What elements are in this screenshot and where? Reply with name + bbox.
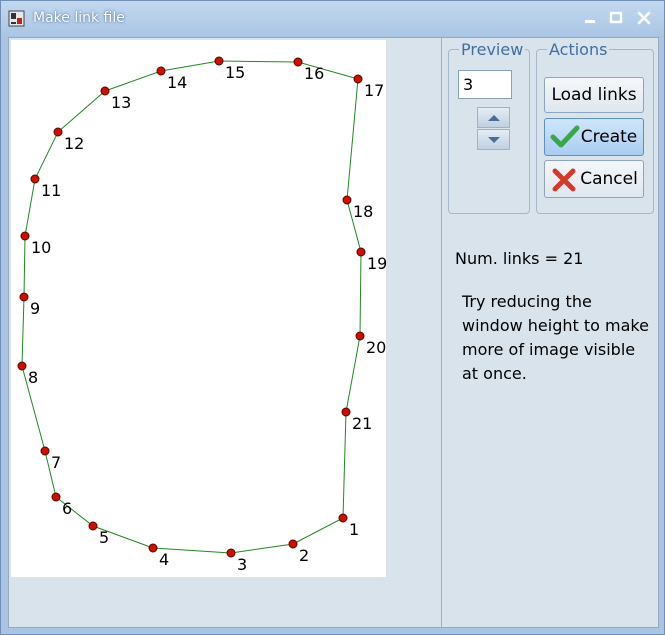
cancel-button[interactable]: Cancel: [544, 160, 644, 198]
link-point-2[interactable]: [288, 539, 298, 549]
actions-legend: Actions: [549, 40, 608, 59]
link-point-label-2: 2: [299, 546, 309, 565]
maximize-icon: [609, 11, 623, 24]
link-point-label-16: 16: [304, 64, 324, 83]
link-point-13[interactable]: [100, 86, 110, 96]
app-icon: [8, 10, 25, 27]
spin-up-button[interactable]: [477, 107, 510, 128]
link-point-17[interactable]: [353, 74, 363, 84]
create-label: Create: [580, 127, 638, 147]
link-point-10[interactable]: [20, 231, 30, 241]
link-point-14[interactable]: [156, 66, 166, 76]
link-point-label-12: 12: [64, 134, 84, 153]
link-point-label-9: 9: [30, 299, 40, 318]
x-icon: [552, 168, 576, 192]
load-links-button[interactable]: Load links: [544, 77, 644, 113]
checkmark-icon: [550, 125, 580, 148]
maximize-button[interactable]: [604, 7, 628, 29]
link-point-label-14: 14: [167, 73, 187, 92]
link-point-label-19: 19: [367, 254, 386, 273]
link-point-label-6: 6: [62, 499, 72, 518]
create-button[interactable]: Create: [544, 118, 644, 156]
link-point-9[interactable]: [19, 292, 29, 302]
link-point-5[interactable]: [88, 521, 98, 531]
link-point-1[interactable]: [338, 513, 348, 523]
minimize-icon: [585, 20, 595, 23]
link-point-18[interactable]: [342, 195, 352, 205]
link-point-11[interactable]: [30, 174, 40, 184]
link-drawing: 123456789101112131415 161718192021: [17, 56, 387, 574]
link-point-label-8: 8: [28, 368, 38, 387]
window-title: Make link file: [33, 10, 125, 26]
hint-text: Try reducing the window height to make m…: [462, 292, 649, 383]
link-point-label-4: 4: [159, 550, 169, 569]
link-point-label-13: 13: [111, 93, 131, 112]
app-window: Make link file 1 2 3 4 5 6 7 8 9 10 11 12 13 14 15 16 17…: [0, 0, 665, 635]
link-point-6[interactable]: [51, 492, 61, 502]
link-point-12[interactable]: [53, 127, 63, 137]
link-point-label-10: 10: [31, 238, 51, 257]
link-point-label-15: 15: [225, 63, 245, 82]
link-point-21[interactable]: [341, 407, 351, 417]
link-point-8[interactable]: [17, 361, 27, 371]
preview-input[interactable]: [458, 70, 512, 99]
close-button[interactable]: [632, 7, 656, 29]
link-point-label-5: 5: [99, 528, 109, 547]
link-point-label-21: 21: [352, 414, 372, 433]
title-bar[interactable]: Make link file: [1, 1, 664, 36]
link-point-15[interactable]: [214, 56, 224, 66]
close-icon: [637, 11, 651, 25]
link-point-label-17: 17: [364, 81, 384, 100]
cancel-label: Cancel: [580, 169, 638, 189]
load-links-label: Load links: [551, 85, 637, 105]
num-links-text: Num. links = 21: [455, 249, 584, 268]
chevron-up-icon: [487, 114, 500, 121]
image-panel: 1 2 3 4 5 6 7 8 9 10 11 12 13 14 15 16 17 18 19 20 21: [9, 38, 442, 627]
link-point-label-3: 3: [237, 555, 247, 574]
link-point-label-1: 1: [349, 520, 359, 539]
link-point-16[interactable]: [293, 57, 303, 67]
image-canvas[interactable]: 1 2 3 4 5 6 7 8 9 10 11 12 13 14 15 16 17 18 19 20 21: [11, 40, 387, 577]
spin-down-button[interactable]: [477, 129, 510, 150]
link-point-7[interactable]: [40, 446, 50, 456]
link-point-20[interactable]: [355, 331, 365, 341]
link-point-label-20: 20: [366, 338, 386, 357]
link-point-3[interactable]: [226, 548, 236, 558]
link-point-19[interactable]: [356, 247, 366, 257]
client-area: 1 2 3 4 5 6 7 8 9 10 11 12 13 14 15 16 17 18 19 20 21 Previe…: [8, 37, 659, 628]
link-point-label-11: 11: [41, 181, 61, 200]
link-point-label-7: 7: [51, 453, 61, 472]
link-point-4[interactable]: [148, 543, 158, 553]
chevron-down-icon: [487, 136, 500, 143]
link-point-label-18: 18: [353, 202, 373, 221]
preview-legend: Preview: [461, 40, 524, 59]
minimize-button[interactable]: [578, 7, 602, 29]
